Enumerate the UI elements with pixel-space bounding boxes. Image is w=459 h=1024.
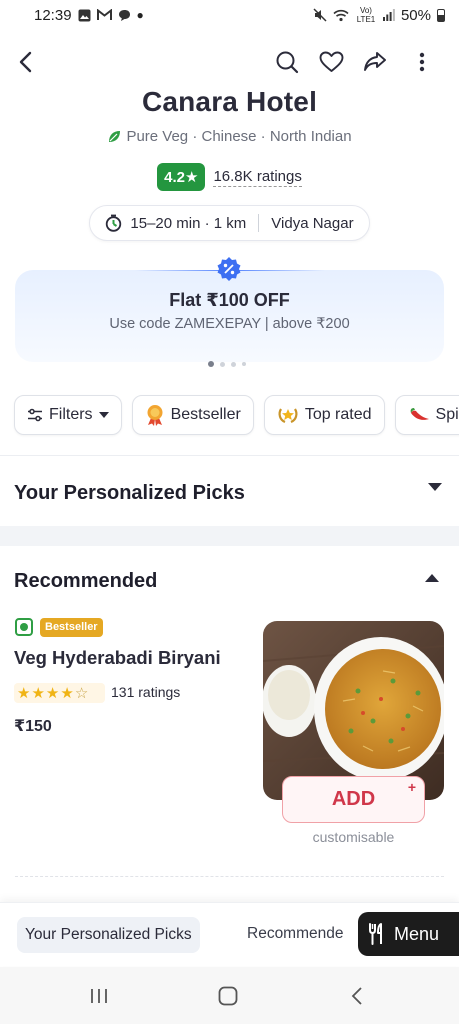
- spicy-label: Spi: [435, 406, 459, 423]
- share-icon: [364, 52, 386, 71]
- customisable-note: customisable: [312, 829, 395, 845]
- mute-icon: [313, 8, 327, 22]
- bestseller-chip[interactable]: Bestseller: [131, 395, 254, 435]
- section-recommended-title[interactable]: Recommended: [14, 570, 157, 593]
- top-nav: [0, 40, 459, 84]
- sliders-icon: [28, 408, 42, 422]
- dish-ratings-count: 131 ratings: [111, 684, 181, 700]
- star-full-icon: ★: [31, 684, 45, 702]
- heart-icon: [319, 51, 343, 72]
- carousel-dot[interactable]: [220, 361, 225, 367]
- search-button[interactable]: [271, 46, 303, 78]
- share-button[interactable]: [359, 46, 391, 78]
- carousel-dot[interactable]: [208, 361, 214, 367]
- dashed-divider: [15, 876, 444, 877]
- status-right: Vo) LTE1 50%: [313, 6, 445, 24]
- star-rating: ★ ★ ★ ★ ☆: [14, 683, 105, 703]
- cutlery-icon: [369, 923, 382, 945]
- gmail-icon: [96, 9, 112, 20]
- expand-chevron-icon[interactable]: [428, 483, 442, 491]
- bestseller-tag: Bestseller: [40, 618, 103, 637]
- carousel-dot[interactable]: [231, 361, 236, 367]
- section-gap: [0, 526, 459, 546]
- back-arrow-icon: [19, 51, 32, 73]
- leaf-icon: [109, 131, 121, 142]
- discount-badge-icon: [217, 257, 241, 281]
- spicy-chip[interactable]: Spi: [394, 395, 459, 435]
- star-icon: ★: [185, 169, 199, 186]
- add-to-cart-button[interactable]: ADD +: [282, 776, 425, 823]
- add-label: ADD: [331, 788, 376, 810]
- top-rated-label: Top rated: [304, 406, 372, 423]
- more-button[interactable]: [406, 46, 438, 78]
- offer-subtitle: Use code ZAMEXEPAY | above ₹200: [109, 316, 350, 332]
- wifi-icon: [333, 9, 349, 21]
- filter-chips: Filters Bestseller Top rated Spi: [14, 395, 459, 435]
- filters-label: Filters: [49, 406, 93, 423]
- pill-divider: [258, 214, 260, 232]
- android-nav-bar: [0, 967, 459, 1024]
- message-icon: [118, 9, 130, 21]
- more-vertical-icon: [419, 52, 425, 72]
- dish-name[interactable]: Veg Hyderabadi Biryani: [14, 647, 221, 669]
- recents-icon: [91, 989, 107, 1003]
- back-button[interactable]: [9, 46, 41, 78]
- system-back-button[interactable]: [342, 983, 372, 1009]
- section-personalized-title[interactable]: Your Personalized Picks: [14, 482, 245, 505]
- delivery-info-pill[interactable]: 15–20 min · 1 km Vidya Nagar: [89, 205, 370, 241]
- carousel-dots: [208, 361, 246, 367]
- ratings-count-link[interactable]: 16.8K ratings: [213, 168, 302, 187]
- rating-value: 4.2: [164, 169, 185, 186]
- rating-badge: 4.2★: [157, 163, 206, 191]
- veg-indicator-icon: [15, 618, 33, 636]
- gallery-icon: [78, 9, 91, 21]
- medal-icon: [147, 405, 163, 426]
- rating-row[interactable]: 4.2★ 16.8K ratings: [0, 163, 459, 191]
- status-bar: 12:39 ● Vo) LTE1 50%: [0, 0, 459, 30]
- laurel-icon: [278, 408, 298, 424]
- home-icon: [218, 986, 238, 1006]
- notification-dot-icon: ●: [136, 8, 144, 22]
- star-full-icon: ★: [60, 684, 74, 702]
- home-button[interactable]: [213, 983, 243, 1009]
- tab-personalized-picks[interactable]: Your Personalized Picks: [17, 917, 200, 953]
- carousel-dot[interactable]: [242, 362, 246, 366]
- chili-icon: [410, 408, 429, 420]
- star-full-icon: ★: [17, 684, 31, 702]
- tab-recommended[interactable]: Recommende: [247, 925, 344, 943]
- collapse-chevron-icon[interactable]: [425, 574, 439, 582]
- battery-percent: 50%: [400, 6, 431, 24]
- star-full-icon: ★: [45, 684, 60, 702]
- filters-chip[interactable]: Filters: [14, 395, 122, 435]
- delivery-time: 15–20 min · 1 km: [130, 214, 247, 232]
- stopwatch-icon: [106, 214, 122, 232]
- location-name: Vidya Nagar: [271, 214, 354, 232]
- star-empty-icon: ☆: [74, 684, 89, 702]
- dish-image[interactable]: [263, 621, 444, 800]
- battery-icon: [437, 8, 445, 22]
- menu-label: Menu: [394, 923, 440, 944]
- chevron-left-icon: [351, 987, 362, 1005]
- offer-title: Flat ₹100 OFF: [169, 290, 290, 310]
- dish-price: ₹150: [14, 718, 52, 735]
- restaurant-name: Canara Hotel: [141, 86, 318, 117]
- recents-button[interactable]: [84, 983, 114, 1009]
- menu-button[interactable]: Menu: [358, 912, 459, 956]
- signal-icon: [382, 9, 395, 21]
- cuisine-text: Pure Veg · Chinese · North Indian: [126, 128, 352, 145]
- divider: [0, 455, 459, 456]
- top-rated-chip[interactable]: Top rated: [263, 395, 385, 435]
- plus-icon: +: [407, 779, 416, 795]
- cuisine-row: Pure Veg · Chinese · North Indian: [0, 128, 459, 145]
- bestseller-label: Bestseller: [170, 406, 241, 423]
- chevron-down-icon: [98, 412, 109, 418]
- search-icon: [276, 51, 299, 74]
- status-left: 12:39 ●: [34, 7, 144, 24]
- network-label: Vo) LTE1: [356, 6, 376, 24]
- clock: 12:39: [34, 6, 72, 24]
- favorite-button[interactable]: [315, 46, 347, 78]
